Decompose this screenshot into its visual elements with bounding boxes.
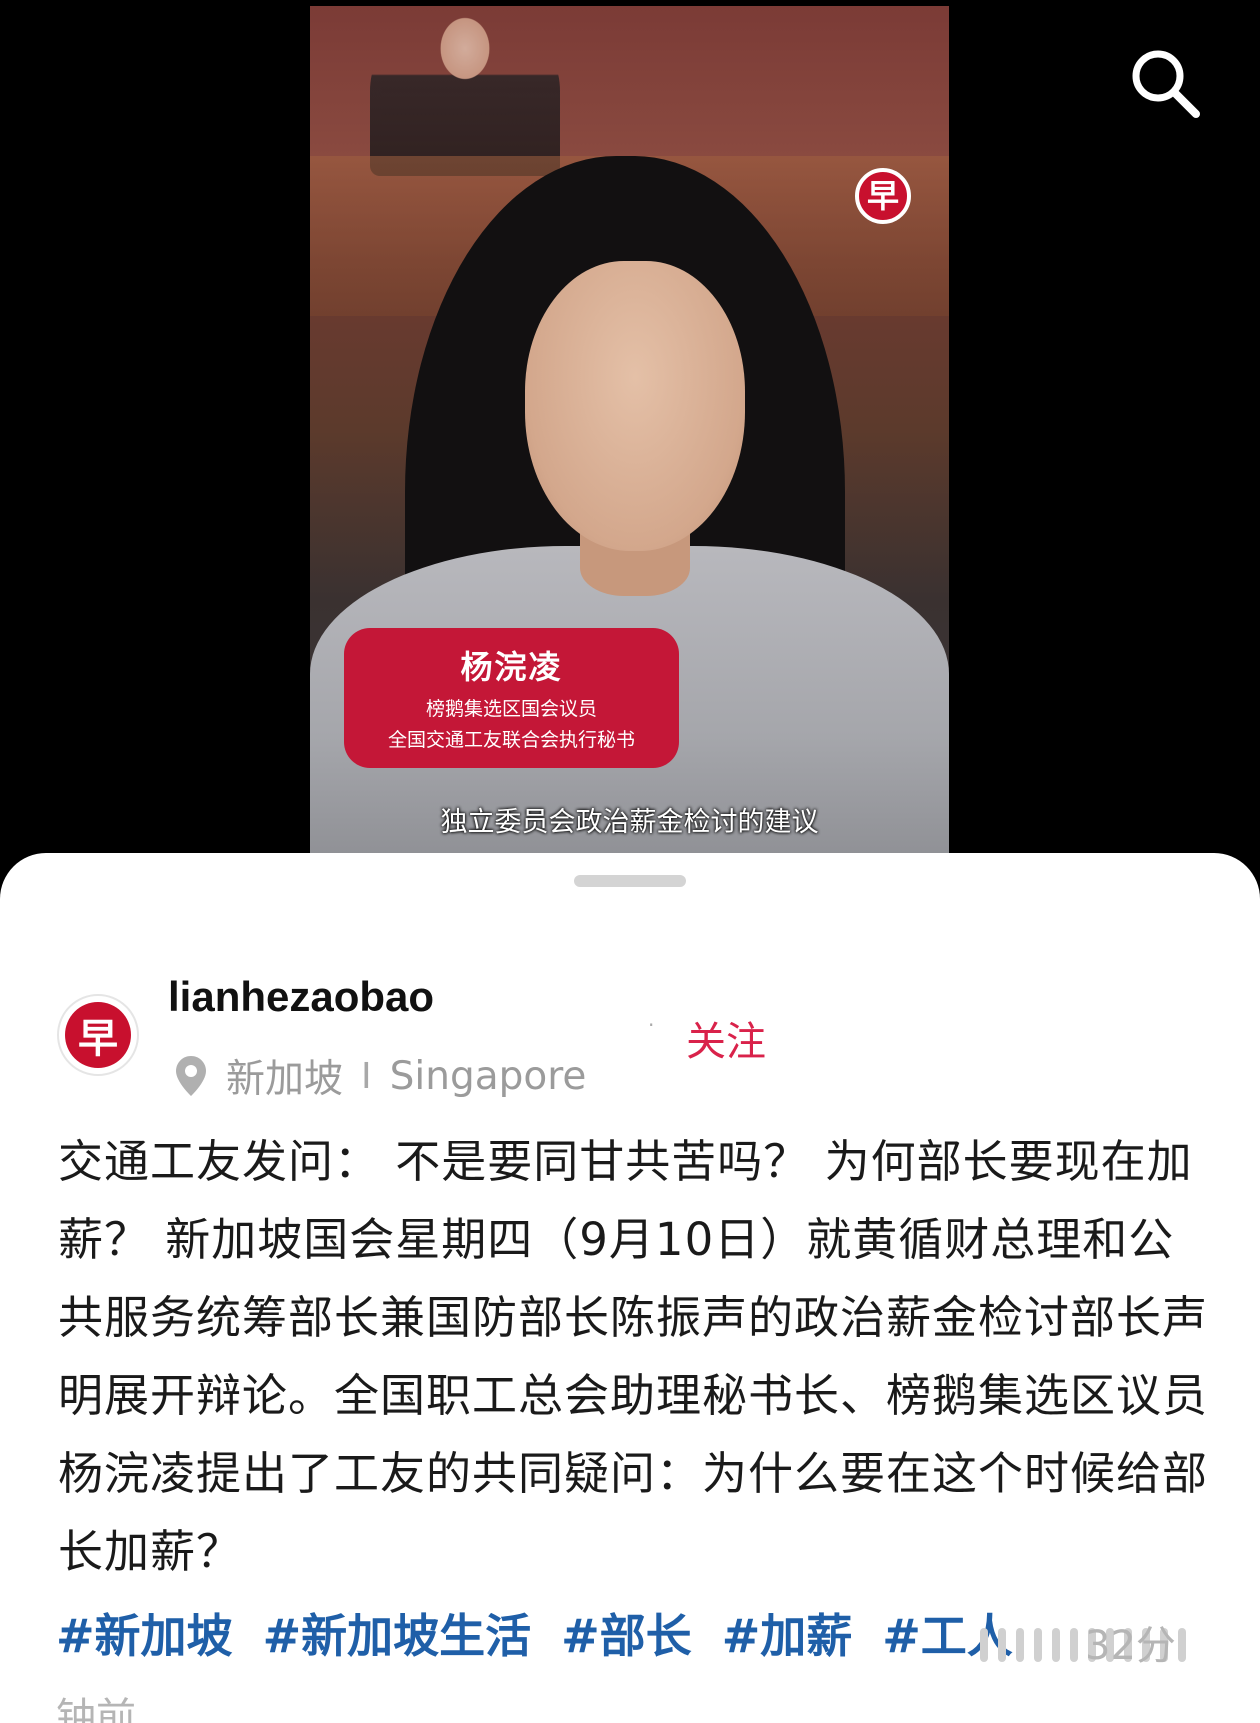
speaker-title-2: 全国交通工友联合会执行秘书 bbox=[387, 729, 635, 751]
speaker-face bbox=[525, 261, 745, 551]
search-button[interactable] bbox=[1120, 38, 1210, 128]
follow-button[interactable]: 关注 bbox=[686, 1009, 766, 1067]
separator-dot: · bbox=[648, 1013, 655, 1037]
speaker-name-card: 杨浣凌 榜鹅集选区国会议员 全国交通工友联合会执行秘书 bbox=[344, 628, 679, 768]
location-cn: 新加坡 bbox=[226, 1057, 344, 1102]
username[interactable]: lianhezaobao bbox=[168, 973, 434, 1021]
zaobao-avatar-icon: 早 bbox=[65, 1002, 131, 1068]
location-pin-icon bbox=[176, 1056, 206, 1096]
background-person bbox=[370, 6, 560, 176]
hashtag[interactable]: #新加坡 bbox=[56, 1609, 233, 1663]
post-time-suffix: 钟前 bbox=[56, 1695, 136, 1723]
search-icon bbox=[1132, 50, 1200, 118]
video-subtitle: 独立委员会政治薪金检讨的建议 bbox=[440, 807, 819, 838]
speaker-name: 杨浣凌 bbox=[460, 648, 563, 686]
hashtag[interactable]: #部长 bbox=[561, 1609, 692, 1663]
post-time: 32分 bbox=[1085, 1623, 1176, 1669]
post-sheet: 早 lianhezaobao 新加坡 I Singapore · 关注 交通工友… bbox=[0, 853, 1260, 1723]
hashtag[interactable]: #加薪 bbox=[722, 1609, 853, 1663]
speaker-title-1: 榜鹅集选区国会议员 bbox=[425, 698, 597, 720]
hashtag[interactable]: #新加坡生活 bbox=[263, 1609, 532, 1663]
location-separator: I bbox=[361, 1055, 372, 1097]
location[interactable]: 新加坡 I Singapore bbox=[176, 1048, 586, 1104]
post-content: 交通工友发问： 不是要同甘共苦吗？ 为何部长要现在加薪？ 新加坡国会星期四（9月… bbox=[58, 1135, 1209, 1578]
zaobao-logo-icon: 早 bbox=[855, 168, 911, 224]
sheet-drag-handle[interactable] bbox=[574, 875, 686, 887]
avatar[interactable]: 早 bbox=[57, 994, 139, 1076]
location-en: Singapore bbox=[389, 1053, 587, 1099]
